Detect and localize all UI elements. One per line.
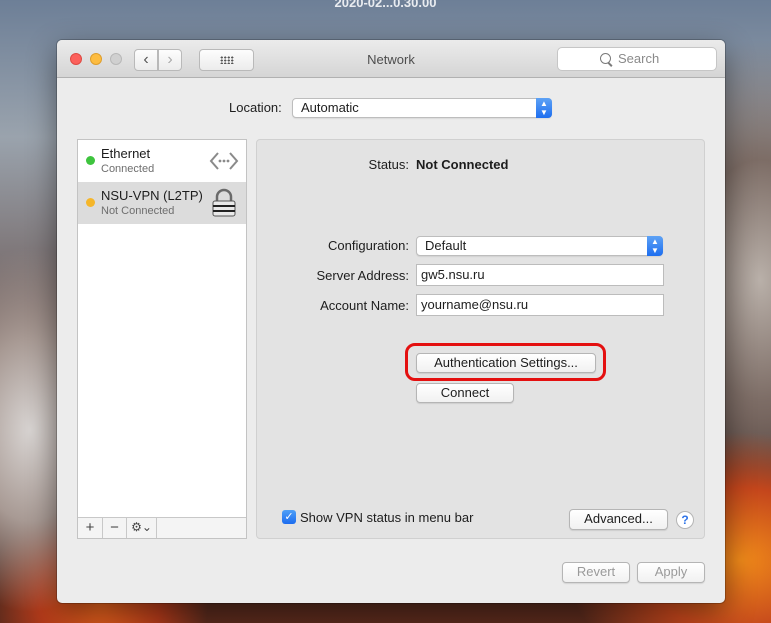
help-button[interactable]: ?	[676, 511, 694, 529]
show-vpn-checkbox[interactable]: ✓	[282, 510, 296, 524]
status-dot-green	[86, 156, 95, 165]
status-label: Status:	[368, 157, 409, 172]
select-arrows-icon: ▲ ▼	[536, 98, 552, 118]
select-arrows-icon: ▲ ▼	[647, 236, 663, 256]
network-preferences-window: ‹ › Network Search Location: Automatic ▲…	[57, 40, 725, 603]
advanced-button[interactable]: Advanced...	[569, 509, 668, 530]
show-vpn-label: Show VPN status in menu bar	[300, 510, 474, 525]
location-label: Location:	[229, 100, 282, 115]
connect-button[interactable]: Connect	[416, 383, 514, 403]
location-value: Automatic	[301, 100, 359, 115]
configuration-select[interactable]: Default ▲ ▼	[416, 236, 663, 256]
revert-button[interactable]: Revert	[562, 562, 630, 583]
search-input[interactable]: Search	[557, 47, 717, 71]
help-icon: ?	[681, 513, 689, 527]
vpn-lock-icon	[212, 188, 236, 217]
service-item-nsu-vpn[interactable]: NSU-VPN (L2TP) Not Connected	[78, 182, 246, 224]
configuration-label: Configuration:	[328, 238, 409, 253]
location-select[interactable]: Automatic ▲ ▼	[292, 98, 552, 118]
authentication-settings-button[interactable]: Authentication Settings...	[416, 353, 596, 373]
action-menu-button[interactable]: ⚙⌄	[127, 518, 157, 538]
search-placeholder: Search	[618, 51, 660, 66]
minus-icon: −	[110, 519, 119, 536]
service-name: Ethernet	[101, 146, 151, 161]
account-name-label: Account Name:	[320, 298, 409, 313]
desktop-clock: 2020-02...0.30.00	[334, 0, 437, 10]
search-icon	[600, 53, 611, 64]
gear-icon: ⚙⌄	[131, 520, 152, 534]
plus-icon: +	[85, 519, 95, 536]
service-item-ethernet[interactable]: Ethernet Connected	[78, 140, 246, 182]
remove-service-button[interactable]: −	[103, 518, 127, 538]
apply-button[interactable]: Apply	[637, 562, 705, 583]
service-list-toolbar: + − ⚙⌄	[78, 517, 246, 538]
configuration-value: Default	[425, 238, 467, 253]
server-address-label: Server Address:	[316, 268, 410, 283]
titlebar: ‹ › Network Search	[57, 40, 725, 78]
service-status: Not Connected	[101, 205, 175, 217]
service-name: NSU-VPN (L2TP)	[101, 188, 203, 203]
checkmark-icon: ✓	[284, 511, 294, 523]
detail-panel	[256, 139, 705, 539]
server-address-field[interactable]: gw5.nsu.ru	[416, 264, 664, 286]
service-status: Connected	[101, 163, 155, 175]
status-dot-yellow	[86, 198, 95, 207]
status-value: Not Connected	[416, 157, 509, 172]
ethernet-arrows-icon	[209, 152, 239, 170]
account-name-field[interactable]: yourname@nsu.ru	[416, 294, 664, 316]
add-service-button[interactable]: +	[78, 518, 103, 538]
service-list: Ethernet Connected NSU-VPN (L2TP) Not Co…	[77, 139, 247, 539]
